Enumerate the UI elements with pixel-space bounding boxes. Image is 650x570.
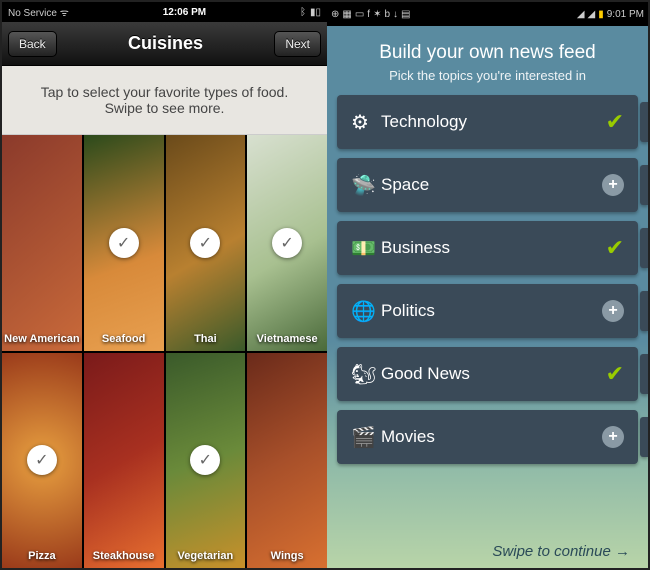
ios-status-bar: No Service ᯤ 12:06 PM ᛒ ▮▯ [2, 2, 327, 22]
plus-icon: + [602, 174, 624, 196]
check-icon: ✓ [272, 228, 302, 258]
tile-label: Seafood [84, 333, 164, 345]
topic-label: Good News [381, 364, 606, 384]
check-icon: ✓ [190, 228, 220, 258]
cuisine-tile[interactable]: ✓ Vietnamese [247, 135, 327, 351]
tile-label: Steakhouse [84, 550, 164, 562]
tile-label: Pizza [2, 550, 82, 562]
topic-movies[interactable]: 🎬 Movies + [337, 410, 638, 464]
notif-icon: ▦ [342, 9, 351, 20]
check-icon: ✓ [109, 228, 139, 258]
cuisine-tile[interactable]: ✓ Thai [166, 135, 246, 351]
money-icon: 💵 [351, 236, 381, 261]
ios-phone: No Service ᯤ 12:06 PM ᛒ ▮▯ Back Cuisines… [2, 2, 327, 568]
animal-icon: 🐿 [351, 362, 381, 387]
tile-label: Thai [166, 333, 246, 345]
plus-icon: + [602, 426, 624, 448]
topic-business[interactable]: 💵 Business ✔ [337, 221, 638, 275]
instructions-line1: Tap to select your favorite types of foo… [12, 84, 317, 100]
topics-list: ⚙ Technology ✔ 🛸 Space + 💵 Business ✔ 🌐 … [327, 95, 648, 464]
check-icon: ✔ [606, 109, 624, 135]
notif-icon: ▭ [355, 9, 364, 20]
instructions: Tap to select your favorite types of foo… [2, 66, 327, 135]
status-right: ᛒ ▮▯ [300, 7, 321, 18]
check-icon: ✔ [606, 361, 624, 387]
cuisine-tile[interactable]: Wings [247, 353, 327, 569]
android-status-bar: ⊕ ▦ ▭ f ✶ b ↓ ▤ ◢ ◢ ▮ 9:01 PM [327, 2, 648, 26]
edge-nub [640, 291, 648, 331]
nav-bar: Back Cuisines Next [2, 22, 327, 66]
gears-icon: ⚙ [351, 110, 381, 135]
notif-icon: f [367, 9, 370, 20]
check-icon: ✔ [606, 235, 624, 261]
topic-politics[interactable]: 🌐 Politics + [337, 284, 638, 338]
notif-icon: ▤ [401, 9, 410, 20]
check-icon: ✓ [27, 445, 57, 475]
edge-nub [640, 165, 648, 205]
cuisine-grid: New American ✓ Seafood ✓ Thai ✓ Vietname… [2, 135, 327, 568]
header-subtitle: Pick the topics you're interested in [337, 68, 638, 83]
back-button[interactable]: Back [8, 31, 57, 57]
tile-label: Vietnamese [247, 333, 327, 345]
cuisine-tile[interactable]: ✓ Seafood [84, 135, 164, 351]
status-left-icons: ⊕ ▦ ▭ f ✶ b ↓ ▤ [331, 9, 410, 20]
next-button[interactable]: Next [274, 31, 321, 57]
notif-icon: ⊕ [331, 9, 339, 20]
notif-icon: b [384, 9, 390, 20]
edge-nub [640, 102, 648, 142]
cuisine-tile[interactable]: ✓ Pizza [2, 353, 82, 569]
status-time: 9:01 PM [607, 9, 644, 20]
film-icon: 🎬 [351, 425, 381, 450]
topic-space[interactable]: 🛸 Space + [337, 158, 638, 212]
tile-label: New American [2, 333, 82, 345]
swipe-hint: Swipe to continue [492, 543, 630, 560]
onboarding-header: Build your own news feed Pick the topics… [327, 26, 648, 95]
page-title: Cuisines [128, 33, 203, 54]
tile-label: Wings [247, 550, 327, 562]
topic-label: Politics [381, 301, 602, 321]
topic-label: Space [381, 175, 602, 195]
status-right-icons: ◢ ◢ ▮ 9:01 PM [577, 9, 644, 20]
instructions-line2: Swipe to see more. [12, 100, 317, 116]
topic-good-news[interactable]: 🐿 Good News ✔ [337, 347, 638, 401]
topic-label: Movies [381, 427, 602, 447]
edge-nub [640, 354, 648, 394]
ufo-icon: 🛸 [351, 173, 381, 198]
android-phone: ⊕ ▦ ▭ f ✶ b ↓ ▤ ◢ ◢ ▮ 9:01 PM Build your… [327, 2, 648, 568]
notif-icon: ✶ [373, 9, 381, 20]
edge-nub [640, 417, 648, 457]
cuisine-tile[interactable]: Steakhouse [84, 353, 164, 569]
carrier-text: No Service ᯤ [8, 5, 69, 19]
battery-icon: ▮▯ [310, 7, 321, 18]
wifi-icon: ᯤ [60, 8, 69, 19]
edge-nub [640, 228, 648, 268]
topic-label: Business [381, 238, 606, 258]
globe-icon: 🌐 [351, 299, 381, 324]
topic-label: Technology [381, 112, 606, 132]
plus-icon: + [602, 300, 624, 322]
cuisine-tile[interactable]: New American [2, 135, 82, 351]
tile-label: Vegetarian [166, 550, 246, 562]
bluetooth-icon: ᛒ [300, 7, 306, 18]
check-icon: ✓ [190, 445, 220, 475]
cuisine-tile[interactable]: ✓ Vegetarian [166, 353, 246, 569]
notif-icon: ↓ [393, 9, 398, 20]
wifi-icon: ◢ [577, 9, 585, 20]
battery-icon: ▮ [598, 9, 604, 20]
topic-technology[interactable]: ⚙ Technology ✔ [337, 95, 638, 149]
status-time: 12:06 PM [163, 7, 206, 18]
header-title: Build your own news feed [337, 42, 638, 64]
signal-icon: ◢ [588, 9, 596, 20]
